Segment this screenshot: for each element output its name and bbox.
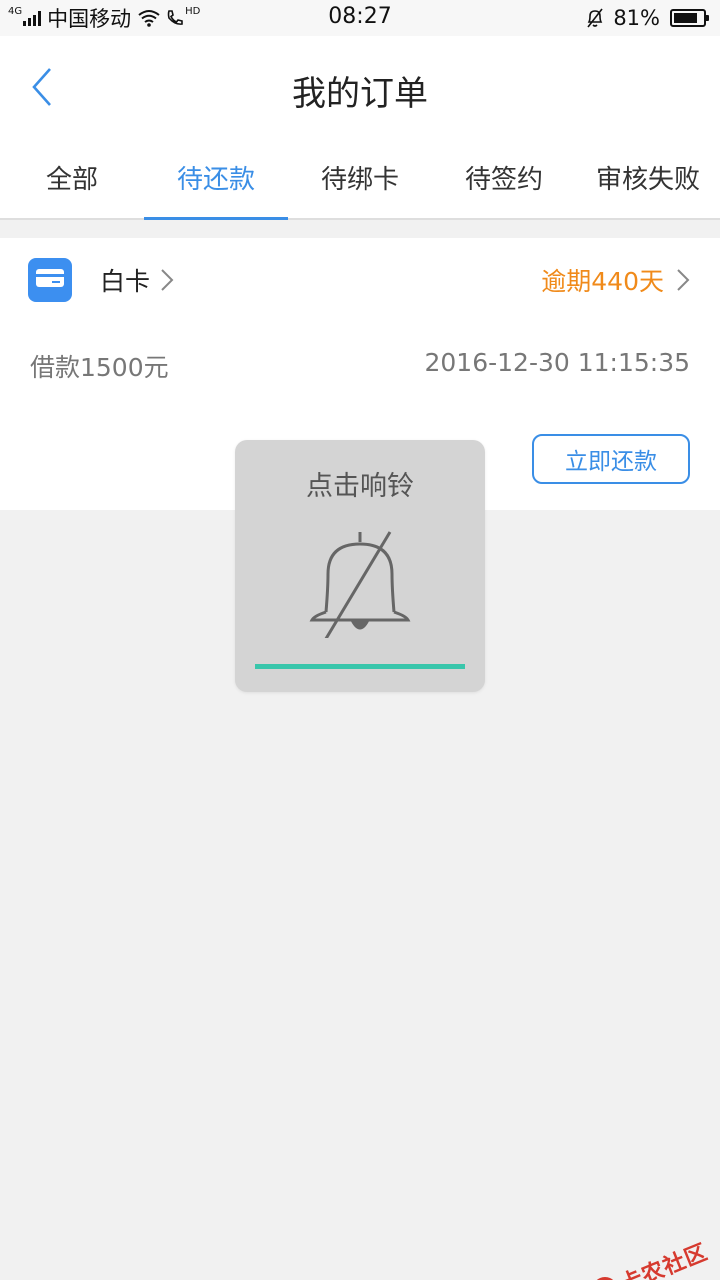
bell-off-icon [587,8,603,28]
battery-fill [674,13,697,23]
status-bar: 4G 中国移动 HD 08:27 81% [0,0,720,36]
order-tabs: 全部 待还款 待绑卡 待签约 审核失败 [0,136,720,220]
tab-pending-card-binding[interactable]: 待绑卡 [288,136,432,218]
tab-pending-signing[interactable]: 待签约 [432,136,576,218]
status-right: 81% [585,4,709,32]
chevron-right-icon [161,269,174,291]
watermark-text: 卡农社区 [616,1239,712,1280]
ring-toast[interactable]: 点击响铃 [235,440,485,692]
loan-amount: 借款1500元 [30,353,169,382]
product-link[interactable]: 白卡 [100,262,174,298]
tab-pending-repayment[interactable]: 待还款 [144,136,288,220]
tab-all[interactable]: 全部 [0,136,144,218]
product-name: 白卡 [100,267,151,296]
loan-time: 2016-12-30 11:15:35 [424,348,690,377]
header: 我的订单 [0,36,720,136]
ring-progress-fill [255,664,465,669]
ring-progress-bar [255,664,465,669]
bell-muted-icon [309,531,411,638]
page-title: 我的订单 [292,74,428,114]
overdue-status: 逾期440天 [541,267,664,296]
credit-card-icon [28,258,72,302]
chevron-right-icon [677,269,690,291]
watermark: 卡农社区 [585,1234,712,1280]
repay-now-button[interactable]: 立即还款 [532,434,690,484]
ring-toast-title: 点击响铃 [306,471,414,502]
battery-icon [670,9,709,27]
battery-percent: 81% [613,6,660,30]
tab-review-failed[interactable]: 审核失败 [576,136,720,218]
overdue-status-link[interactable]: 逾期440天 [541,262,690,298]
